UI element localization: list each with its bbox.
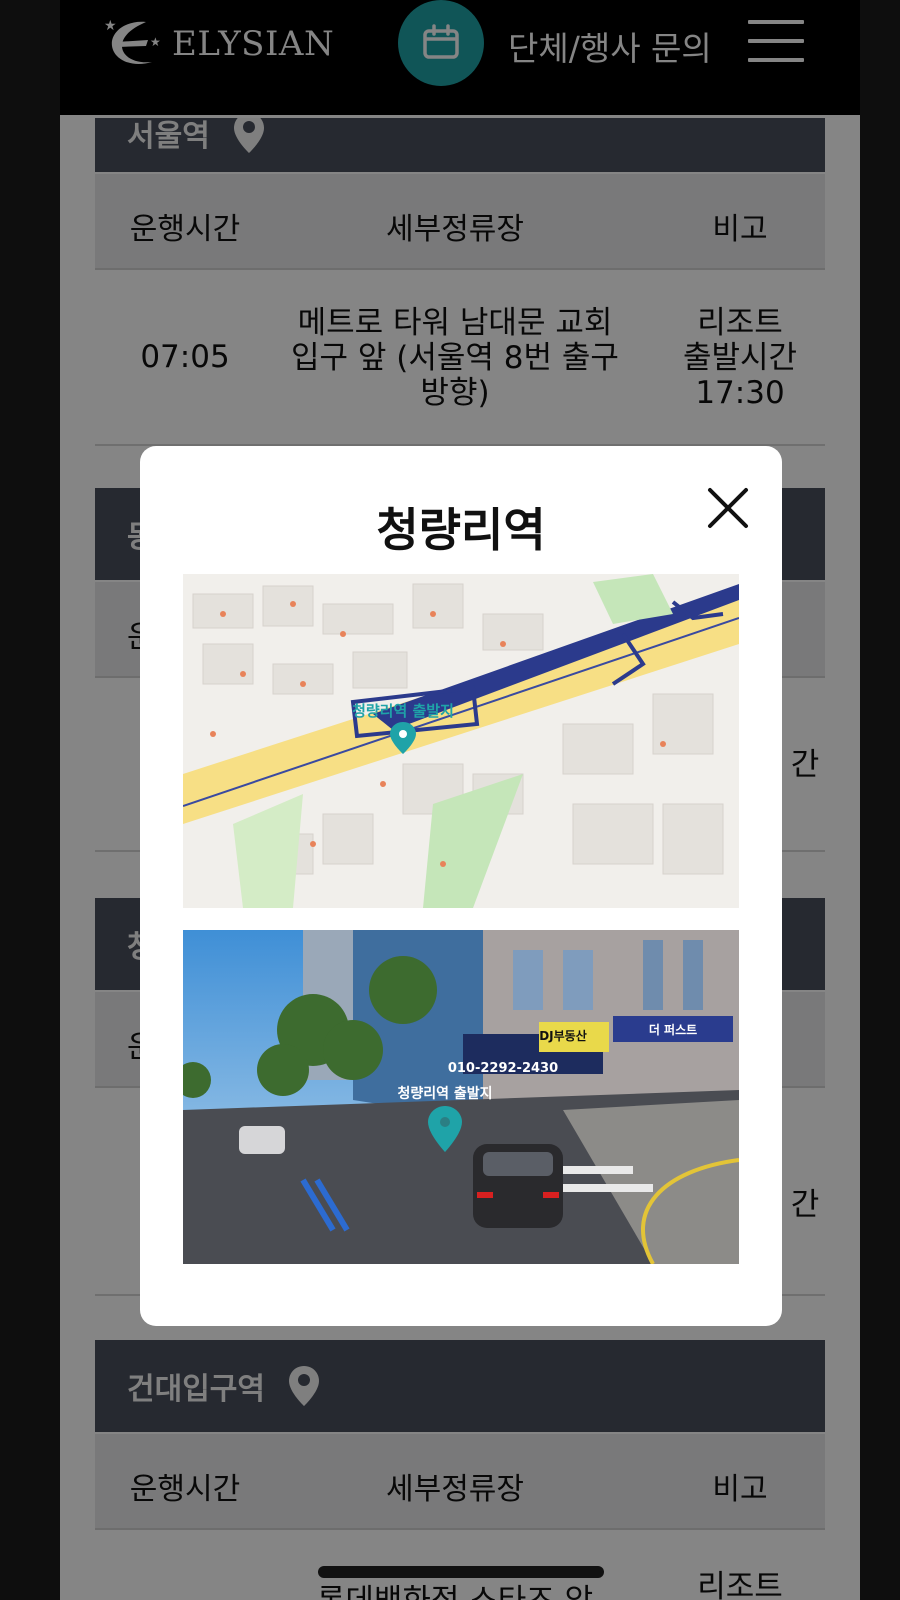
sign-phone: 010-2292-2430 — [448, 1061, 558, 1076]
station-modal: 청량리역 청량리역 출발지 DJ부동산 더 퍼스트 010-2292-2430 … — [140, 446, 782, 1326]
station-map-image: 청량리역 출발지 — [183, 574, 739, 908]
sign-realty: DJ부동산 — [539, 1028, 587, 1043]
photo-label: 청량리역 출발지 — [397, 1085, 492, 1102]
street-graphic: DJ부동산 더 퍼스트 010-2292-2430 청량리역 출발지 — [183, 930, 739, 1264]
sign-realty2: 더 퍼스트 — [649, 1022, 697, 1037]
modal-title: 청량리역 — [376, 503, 546, 557]
map-label: 청량리역 출발지 — [352, 702, 454, 720]
close-icon[interactable] — [704, 484, 752, 532]
home-indicator — [318, 1566, 604, 1578]
street-view-photo: DJ부동산 더 퍼스트 010-2292-2430 청량리역 출발지 — [183, 930, 739, 1264]
map-graphic: 청량리역 출발지 — [183, 574, 739, 908]
